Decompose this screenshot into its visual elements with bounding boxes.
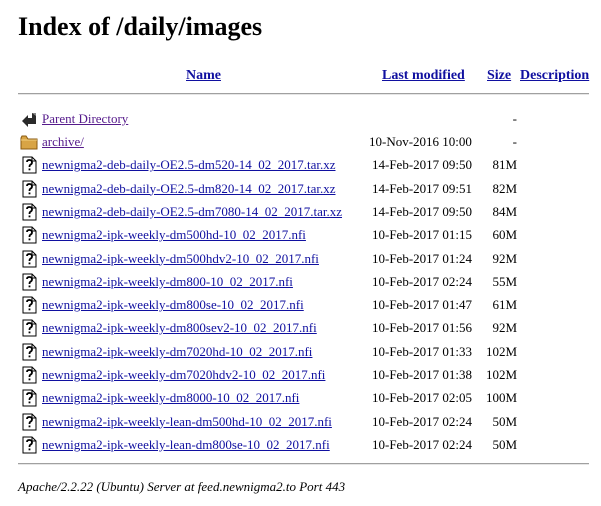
file-last-modified: 10-Feb-2017 02:24 [372, 436, 473, 452]
unknown-file-icon [20, 319, 38, 337]
file-row: newnigma2-ipk-weekly-dm8000-10_02_2017.n… [18, 387, 601, 409]
file-row: newnigma2-ipk-weekly-dm800se-10_02_2017.… [18, 294, 601, 316]
file-link[interactable]: newnigma2-deb-daily-OE2.5-dm820-14_02_20… [42, 180, 336, 198]
file-link[interactable]: newnigma2-deb-daily-OE2.5-dm520-14_02_20… [42, 156, 336, 174]
file-size: 100M [485, 390, 517, 406]
page-title: Index of /daily/images [18, 12, 263, 41]
file-row: archive/10-Nov-2016 10:00 - [18, 131, 601, 153]
server-signature: Apache/2.2.22 (Ubuntu) Server at feed.ne… [18, 479, 346, 494]
file-link[interactable]: newnigma2-ipk-weekly-dm800-10_02_2017.nf… [42, 273, 293, 291]
file-row: newnigma2-ipk-weekly-lean-dm800se-10_02_… [18, 434, 601, 456]
folder-icon [20, 133, 38, 151]
parent-directory-row: Parent Directory - [18, 108, 601, 130]
file-last-modified: 10-Feb-2017 01:15 [372, 227, 473, 243]
column-header-size[interactable]: Size [487, 67, 511, 85]
parent-directory-size: - [512, 111, 517, 126]
file-link[interactable]: newnigma2-ipk-weekly-dm800se-10_02_2017.… [42, 296, 304, 314]
column-header-description[interactable]: Description [520, 67, 589, 85]
footer-divider [18, 463, 589, 465]
file-row: newnigma2-ipk-weekly-dm7020hdv2-10_02_20… [18, 364, 601, 386]
column-header-name[interactable]: Name [186, 67, 221, 85]
file-last-modified: 10-Feb-2017 01:33 [372, 343, 473, 359]
parent-directory-link[interactable]: Parent Directory [42, 110, 128, 128]
file-last-modified: 14-Feb-2017 09:50 [372, 157, 473, 173]
file-last-modified: 10-Nov-2016 10:00 [369, 134, 472, 149]
file-link[interactable]: newnigma2-ipk-weekly-lean-dm500hd-10_02_… [42, 413, 332, 431]
column-header-last-modified[interactable]: Last modified [382, 67, 465, 85]
file-row: newnigma2-deb-daily-OE2.5-dm520-14_02_20… [18, 154, 601, 176]
file-row: newnigma2-ipk-weekly-dm7020hd-10_02_2017… [18, 341, 601, 363]
unknown-file-icon [20, 366, 38, 384]
unknown-file-icon [20, 389, 38, 407]
unknown-file-icon [20, 180, 38, 198]
unknown-file-icon [20, 343, 38, 361]
file-size: 92M [492, 250, 517, 266]
file-link[interactable]: newnigma2-ipk-weekly-lean-dm800se-10_02_… [42, 436, 330, 454]
file-link[interactable]: newnigma2-ipk-weekly-dm500hdv2-10_02_201… [42, 250, 319, 268]
file-last-modified: 10-Feb-2017 01:24 [372, 250, 473, 266]
file-size: 60M [492, 227, 517, 243]
file-last-modified: 14-Feb-2017 09:51 [372, 180, 473, 196]
file-link[interactable]: newnigma2-ipk-weekly-dm500hd-10_02_2017.… [42, 226, 306, 244]
unknown-file-icon [20, 413, 38, 431]
file-last-modified: 14-Feb-2017 09:50 [372, 203, 473, 219]
file-size: 102M [485, 367, 517, 382]
file-row: newnigma2-ipk-weekly-dm500hdv2-10_02_201… [18, 248, 601, 270]
file-size: 82M [492, 180, 517, 196]
unknown-file-icon [20, 203, 38, 221]
file-row: newnigma2-deb-daily-OE2.5-dm7080-14_02_2… [18, 201, 601, 223]
back-arrow-icon [20, 110, 38, 128]
file-size: 102M [485, 343, 517, 359]
file-link[interactable]: archive/ [42, 133, 84, 151]
unknown-file-icon [20, 156, 38, 174]
file-row: newnigma2-ipk-weekly-lean-dm500hd-10_02_… [18, 411, 601, 433]
file-link[interactable]: newnigma2-ipk-weekly-dm8000-10_02_2017.n… [42, 389, 299, 407]
file-size: 92M [492, 320, 517, 336]
unknown-file-icon [20, 250, 38, 268]
file-last-modified: 10-Feb-2017 02:24 [372, 273, 473, 289]
file-size: 50M [492, 413, 517, 429]
file-row: newnigma2-deb-daily-OE2.5-dm820-14_02_20… [18, 178, 601, 200]
file-size: 50M [492, 436, 517, 452]
file-size: 84M [492, 203, 517, 219]
header-divider [18, 93, 589, 95]
unknown-file-icon [20, 226, 38, 244]
file-last-modified: 10-Feb-2017 02:24 [372, 413, 473, 429]
file-last-modified: 10-Feb-2017 01:47 [372, 297, 473, 313]
file-link[interactable]: newnigma2-ipk-weekly-dm800sev2-10_02_201… [42, 319, 317, 337]
file-link[interactable]: newnigma2-ipk-weekly-dm7020hd-10_02_2017… [42, 343, 312, 361]
unknown-file-icon [20, 436, 38, 454]
file-link[interactable]: newnigma2-deb-daily-OE2.5-dm7080-14_02_2… [42, 203, 342, 221]
file-last-modified: 10-Feb-2017 02:05 [372, 390, 473, 406]
file-size: 55M [492, 273, 517, 289]
file-row: newnigma2-ipk-weekly-dm800sev2-10_02_201… [18, 317, 601, 339]
file-size: 81M [492, 157, 517, 173]
file-last-modified: 10-Feb-2017 01:56 [372, 320, 473, 336]
unknown-file-icon [20, 296, 38, 314]
file-size: - [512, 134, 517, 149]
unknown-file-icon [20, 273, 38, 291]
file-size: 61M [492, 297, 517, 313]
file-link[interactable]: newnigma2-ipk-weekly-dm7020hdv2-10_02_20… [42, 366, 325, 384]
file-last-modified: 10-Feb-2017 01:38 [372, 367, 473, 382]
file-row: newnigma2-ipk-weekly-dm500hd-10_02_2017.… [18, 224, 601, 246]
file-row: newnigma2-ipk-weekly-dm800-10_02_2017.nf… [18, 271, 601, 293]
